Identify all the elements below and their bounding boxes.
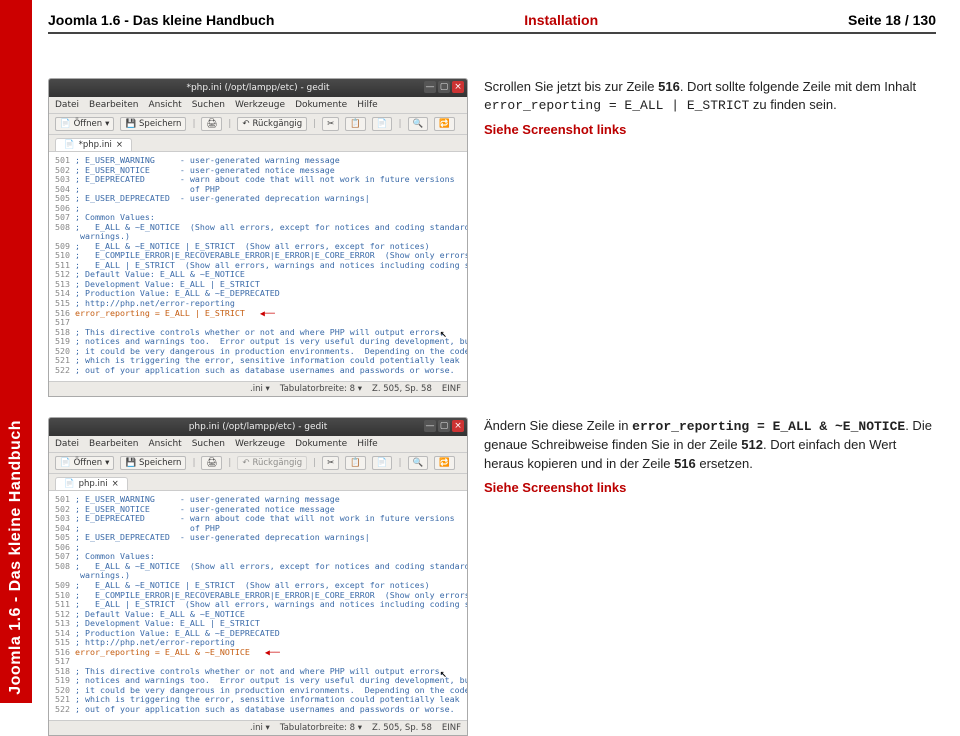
description-1: Scrollen Sie jetzt bis zur Zeile 516. Do… [484, 78, 936, 140]
copy-button[interactable]: 📋 [345, 117, 366, 131]
tab-bar: 📄 php.ini × [49, 474, 467, 491]
desc-paragraph: Ändern Sie diese Zeile in error_reportin… [484, 417, 936, 473]
minimize-button[interactable]: — [424, 420, 436, 432]
status-bar: .ini ▾ Tabulatorbreite: 8 ▾ Z. 505, Sp. … [49, 720, 467, 735]
close-button[interactable]: × [452, 81, 464, 93]
maximize-button[interactable]: ▢ [438, 420, 450, 432]
toolbar: 📄 Öffnen ▾ 💾 Speichern | 🖨 | ↶ Rückgängi… [49, 453, 467, 474]
status-insert: EINF [442, 723, 461, 733]
close-button[interactable]: × [452, 420, 464, 432]
separator: | [192, 119, 195, 129]
find-button[interactable]: 🔍 [408, 117, 429, 131]
save-button[interactable]: 💾 Speichern [120, 456, 186, 470]
cut-button[interactable]: ✂ [322, 117, 339, 131]
status-bar: .ini ▾ Tabulatorbreite: 8 ▾ Z. 505, Sp. … [49, 381, 467, 396]
cut-button[interactable]: ✂ [322, 456, 339, 470]
menu-item[interactable]: Bearbeiten [89, 439, 138, 449]
menu-item[interactable]: Datei [55, 100, 79, 110]
menu-item[interactable]: Dokumente [295, 439, 347, 449]
editor-tab[interactable]: 📄 php.ini × [55, 477, 128, 490]
menu-item[interactable]: Suchen [192, 100, 225, 110]
header-section: Installation [524, 12, 598, 28]
menu-item[interactable]: Werkzeuge [235, 100, 285, 110]
header-title: Joomla 1.6 - Das kleine Handbuch [48, 12, 274, 28]
editor-area[interactable]: 501 ; E_USER_WARNING - user-generated wa… [49, 152, 467, 381]
status-insert: EINF [442, 384, 461, 394]
status-position: Z. 505, Sp. 58 [372, 723, 432, 733]
open-button[interactable]: 📄 Öffnen ▾ [55, 456, 114, 470]
find-button[interactable]: 🔍 [408, 456, 429, 470]
menubar: Datei Bearbeiten Ansicht Suchen Werkzeug… [49, 97, 467, 114]
screenshot-2: php.ini (/opt/lampp/etc) - gedit — ▢ × D… [48, 417, 468, 736]
side-banner-text: Joomla 1.6 - Das kleine Handbuch [7, 420, 25, 695]
copy-button[interactable]: 📋 [345, 456, 366, 470]
window-title: *php.ini (/opt/lampp/etc) - gedit [186, 83, 329, 93]
menu-item[interactable]: Datei [55, 439, 79, 449]
separator: | [313, 119, 316, 129]
editor-tab[interactable]: 📄 *php.ini × [55, 138, 132, 151]
description-2: Ändern Sie diese Zeile in error_reportin… [484, 417, 936, 497]
toolbar: 📄 Öffnen ▾ 💾 Speichern | 🖨 | ↶ Rückgängi… [49, 114, 467, 135]
menu-item[interactable]: Ansicht [148, 439, 181, 449]
status-tabwidth[interactable]: Tabulatorbreite: 8 ▾ [280, 723, 362, 733]
separator: | [398, 119, 401, 129]
window-titlebar: *php.ini (/opt/lampp/etc) - gedit — ▢ × [49, 79, 467, 97]
window-titlebar: php.ini (/opt/lampp/etc) - gedit — ▢ × [49, 418, 467, 436]
menu-item[interactable]: Suchen [192, 439, 225, 449]
menubar: Datei Bearbeiten Ansicht Suchen Werkzeug… [49, 436, 467, 453]
see-screenshot: Siehe Screenshot links [484, 121, 936, 139]
open-button[interactable]: 📄 Öffnen ▾ [55, 117, 114, 131]
menu-item[interactable]: Ansicht [148, 100, 181, 110]
desc-paragraph: Scrollen Sie jetzt bis zur Zeile 516. Do… [484, 78, 936, 115]
see-screenshot: Siehe Screenshot links [484, 479, 936, 497]
page-header: Joomla 1.6 - Das kleine Handbuch Install… [48, 12, 936, 34]
minimize-button[interactable]: — [424, 81, 436, 93]
print-button[interactable]: 🖨 [201, 456, 222, 470]
paste-button[interactable]: 📄 [372, 117, 393, 131]
menu-item[interactable]: Werkzeuge [235, 439, 285, 449]
separator: | [398, 458, 401, 468]
print-button[interactable]: 🖨 [201, 117, 222, 131]
replace-button[interactable]: 🔁 [434, 456, 455, 470]
screenshot-1: *php.ini (/opt/lampp/etc) - gedit — ▢ × … [48, 78, 468, 397]
undo-button: ↶ Rückgängig [237, 456, 307, 470]
paste-button[interactable]: 📄 [372, 456, 393, 470]
status-position: Z. 505, Sp. 58 [372, 384, 432, 394]
editor-area[interactable]: 501 ; E_USER_WARNING - user-generated wa… [49, 491, 467, 720]
status-lang[interactable]: .ini ▾ [250, 723, 270, 733]
menu-item[interactable]: Dokumente [295, 100, 347, 110]
page-number: Seite 18 / 130 [848, 12, 936, 28]
window-title: php.ini (/opt/lampp/etc) - gedit [189, 422, 328, 432]
separator: | [192, 458, 195, 468]
replace-button[interactable]: 🔁 [434, 117, 455, 131]
tab-bar: 📄 *php.ini × [49, 135, 467, 152]
separator: | [313, 458, 316, 468]
separator: | [228, 119, 231, 129]
menu-item[interactable]: Hilfe [357, 100, 377, 110]
status-tabwidth[interactable]: Tabulatorbreite: 8 ▾ [280, 384, 362, 394]
undo-button[interactable]: ↶ Rückgängig [237, 117, 307, 131]
menu-item[interactable]: Hilfe [357, 439, 377, 449]
status-lang[interactable]: .ini ▾ [250, 384, 270, 394]
menu-item[interactable]: Bearbeiten [89, 100, 138, 110]
save-button[interactable]: 💾 Speichern [120, 117, 186, 131]
maximize-button[interactable]: ▢ [438, 81, 450, 93]
separator: | [228, 458, 231, 468]
side-banner: Joomla 1.6 - Das kleine Handbuch [0, 0, 32, 703]
